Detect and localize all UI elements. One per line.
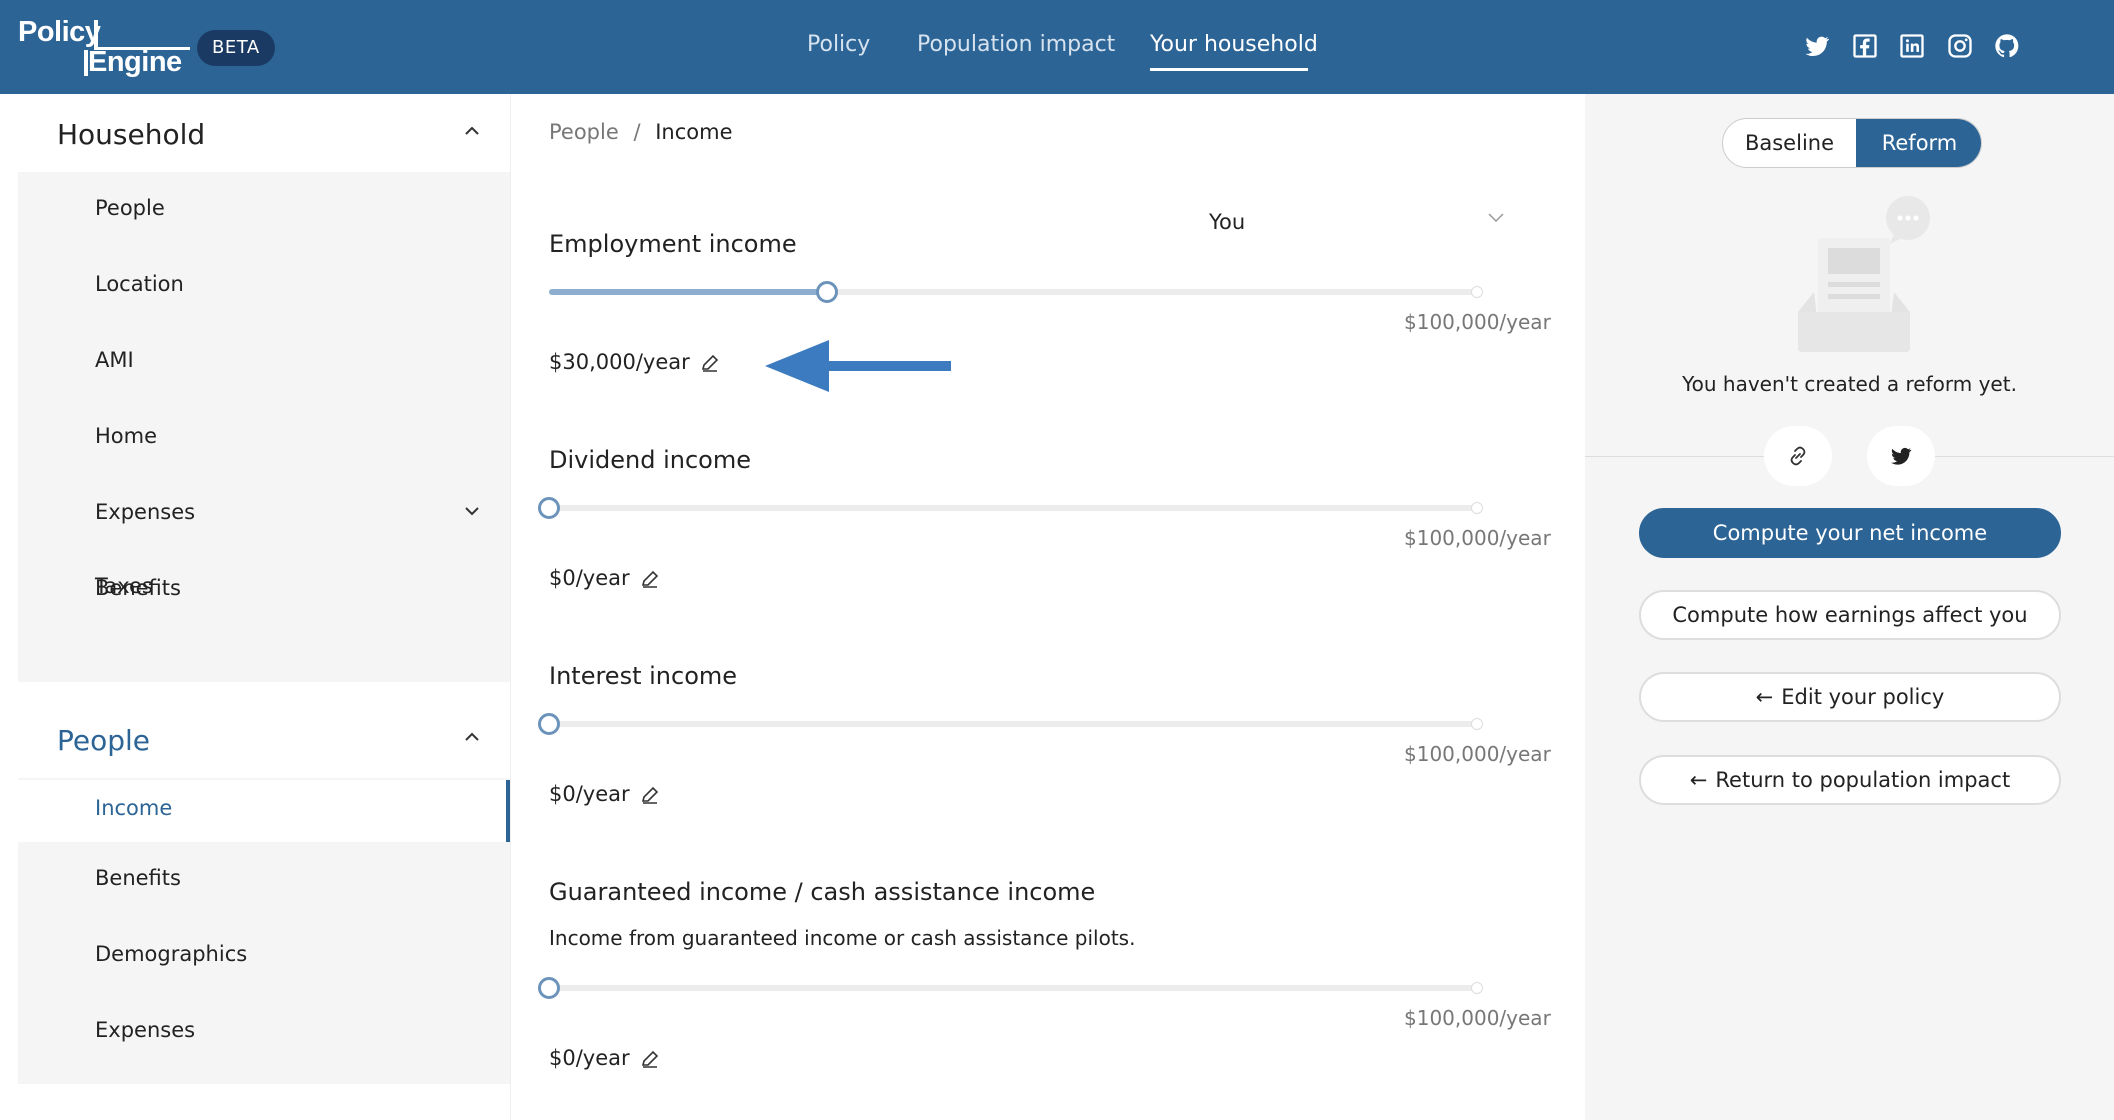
household-items: People Location AMI Home Expenses Benefi… [18, 172, 510, 606]
breadcrumb: People / Income [549, 120, 733, 144]
github-icon[interactable] [1993, 32, 2021, 60]
slider-thumb[interactable] [538, 713, 560, 735]
sidebar-item-ami[interactable]: AMI [18, 324, 510, 400]
slider-max-label: $100,000/year [1404, 526, 1551, 550]
share-twitter-button[interactable] [1867, 426, 1935, 486]
slider-max-label: $100,000/year [1404, 1006, 1551, 1030]
sidebar-item-demographics[interactable]: Demographics [18, 918, 510, 994]
sidebar-item-location[interactable]: Location [18, 248, 510, 324]
arrow-left-icon: ← [1689, 768, 1708, 792]
compute-net-income-button[interactable]: Compute your net income [1639, 508, 2061, 558]
sidebar-item-taxes[interactable]: Taxes [18, 550, 510, 626]
chevron-up-icon [465, 732, 479, 741]
active-nav-underline [1150, 68, 1308, 71]
return-population-impact-button[interactable]: ← Return to population impact [1639, 755, 2061, 805]
guaranteed-income-description: Income from guaranteed income or cash as… [549, 926, 1136, 950]
employment-income-value: $30,000/year [549, 350, 720, 374]
edit-icon[interactable] [640, 1049, 660, 1069]
nav-your-household[interactable]: Your household [1150, 32, 1318, 57]
slider-thumb[interactable] [538, 497, 560, 519]
sidebar-item-benefits[interactable]: Benefits [18, 842, 510, 918]
slider-max-label: $100,000/year [1404, 742, 1551, 766]
twitter-icon[interactable] [1803, 32, 1831, 60]
right-panel: Baseline Reform You haven't created a re… [1585, 94, 2114, 1120]
slider-thumb[interactable] [538, 977, 560, 999]
interest-income-title: Interest income [549, 662, 738, 690]
guaranteed-income-title: Guaranteed income / cash assistance inco… [549, 878, 1096, 906]
nav-policy[interactable]: Policy [807, 32, 870, 57]
policyengine-logo[interactable]: Policy Engine [18, 14, 190, 80]
sidebar-item-people[interactable]: People [18, 172, 510, 248]
dividend-income-slider[interactable] [538, 497, 1483, 519]
beta-badge: BETA [197, 30, 275, 66]
baseline-reform-toggle: Baseline Reform [1722, 118, 1982, 168]
chevron-down-icon[interactable] [1487, 212, 1505, 224]
slider-thumb[interactable] [816, 281, 838, 303]
people-section-header[interactable]: People [18, 700, 510, 778]
facebook-icon[interactable] [1851, 32, 1879, 60]
twitter-icon [1891, 447, 1912, 465]
reform-button[interactable]: Reform [1856, 119, 1981, 167]
people-title: People [57, 724, 151, 757]
empty-inbox-illustration-icon [1798, 196, 1930, 352]
sidebar-item-expenses[interactable]: Expenses [18, 994, 510, 1070]
copy-link-button[interactable] [1764, 426, 1832, 486]
employment-income-title: Employment income [549, 230, 797, 258]
sidebar-item-home[interactable]: Home [18, 400, 510, 476]
chevron-down-icon [465, 507, 479, 516]
top-navbar: Policy Engine BETA Policy Population imp… [0, 0, 2114, 94]
logo-text-policy: Policy [18, 16, 101, 48]
no-reform-message: You haven't created a reform yet. [1682, 372, 2017, 396]
guaranteed-income-value: $0/year [549, 1046, 660, 1070]
logo-text-engine: Engine [88, 46, 182, 78]
household-section-header[interactable]: Household [18, 94, 510, 172]
interest-income-slider[interactable] [538, 713, 1483, 735]
arrow-left-annotation-icon [765, 340, 951, 392]
sidebar-item-expenses[interactable]: Expenses [18, 476, 510, 552]
breadcrumb-people[interactable]: People [549, 120, 619, 144]
household-title: Household [57, 118, 206, 151]
guaranteed-income-slider[interactable] [538, 977, 1483, 999]
dividend-income-title: Dividend income [549, 446, 751, 474]
main-content: People / Income You Employment income $1… [510, 94, 1585, 1120]
linkedin-icon[interactable] [1898, 32, 1926, 60]
arrow-left-icon: ← [1755, 685, 1774, 709]
sidebar-item-income[interactable]: Income [18, 780, 510, 842]
people-items: Income Benefits Demographics Expenses [18, 778, 510, 1084]
chevron-up-icon [465, 126, 479, 135]
nav-population-impact[interactable]: Population impact [917, 32, 1115, 57]
dividend-income-value: $0/year [549, 566, 660, 590]
employment-income-slider[interactable] [549, 281, 1483, 303]
link-icon [1790, 446, 1806, 466]
edit-policy-button[interactable]: ← Edit your policy [1639, 672, 2061, 722]
baseline-button[interactable]: Baseline [1723, 119, 1856, 167]
instagram-icon[interactable] [1946, 32, 1974, 60]
member-select[interactable]: You [1209, 210, 1245, 234]
breadcrumb-income: Income [655, 120, 733, 144]
edit-icon[interactable] [640, 569, 660, 589]
slider-max-label: $100,000/year [1404, 310, 1551, 334]
interest-income-value: $0/year [549, 782, 660, 806]
left-sidebar: Household People Location AMI Home Expen… [18, 94, 510, 1084]
edit-icon[interactable] [700, 353, 720, 373]
compute-earnings-button[interactable]: Compute how earnings affect you [1639, 590, 2061, 640]
edit-icon[interactable] [640, 785, 660, 805]
